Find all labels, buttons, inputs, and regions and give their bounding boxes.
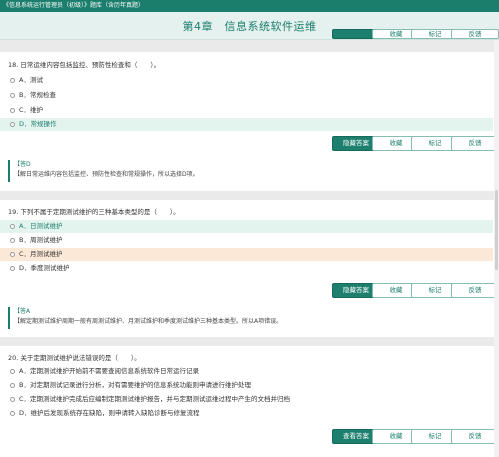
radio-icon (10, 108, 15, 113)
option-label: A．日测试维护 (19, 222, 63, 230)
chapter-header: 第4章 信息系统软件运维 收藏 标记 反馈 (0, 12, 499, 40)
radio-icon (10, 383, 15, 388)
feedback-button[interactable]: 反馈 (451, 136, 499, 151)
option-label: A．定期测试维护开始前不需要查阅信息系统软件日常运行记录 (19, 367, 199, 375)
option-label: D．常规操作 (19, 120, 57, 128)
radio-icon (10, 122, 15, 127)
option-a[interactable]: A．测试 (0, 74, 493, 87)
explanation-text: 【解日常运维内容包括监控、预防性检查和常规操作，所以选择D项。 (14, 171, 199, 178)
option-b[interactable]: B．对定期测试记录进行分析，对有需要维护的信息系统功能则申请进行维护处理 (0, 379, 493, 392)
option-d[interactable]: D．季度测试维护 (0, 262, 493, 275)
explanation-text: 【解定期测试维护周期一般有周测试维护、月测试维护和季度测试维护三种基本类型。所以… (14, 318, 283, 325)
radio-icon (10, 369, 15, 374)
question-card-18: 18. 日常运维内容包括监控、预防性检查和（ ）。 A．测试 B．常规检查 C．… (0, 52, 499, 191)
feedback-button[interactable]: 反馈 (451, 283, 499, 298)
question-title: 18. 日常运维内容包括监控、预防性检查和（ ）。 (8, 61, 161, 69)
question-title: 19. 下列不属于定期测试维护的三种基本类型的是（ ）。 (8, 208, 180, 216)
radio-icon (10, 397, 15, 402)
option-label: B．常规检查 (19, 91, 56, 99)
prev-feedback-button[interactable]: 反馈 (451, 29, 499, 39)
option-c[interactable]: C．定期测试维护完成后应编制定期测试维护报告，并与定期测试运维过程中产生的文档并… (0, 393, 493, 406)
scrollbar-thumb[interactable] (495, 190, 498, 270)
option-label: C．月测试维护 (19, 250, 63, 258)
answer-label: 【答D (14, 161, 31, 168)
option-c[interactable]: C．月测试维护 (0, 248, 493, 261)
option-label: D．维护后发现系统存在缺陷，则申请转入缺陷诊断与修复流程 (19, 409, 200, 417)
question-bank-page: 《信息系统运行管理员（初级）》题库（含历年真题） 第4章 信息系统软件运维 收藏… (0, 0, 499, 457)
answer-explanation: 【答D 【解日常运维内容包括监控、预防性检查和常规操作，所以选择D项。 (8, 160, 492, 182)
option-b[interactable]: B．周测试维护 (0, 234, 493, 247)
option-label: D．季度测试维护 (19, 264, 70, 272)
radio-icon (10, 78, 15, 83)
radio-icon (10, 93, 15, 98)
option-d[interactable]: D．维护后发现系统存在缺陷，则申请转入缺陷诊断与修复流程 (0, 407, 493, 420)
radio-icon (10, 266, 15, 271)
option-label: A．测试 (19, 76, 43, 84)
answer-explanation: 【答A 【解定期测试维护周期一般有周测试维护、月测试维护和季度测试维护三种基本类… (8, 307, 492, 329)
feedback-button[interactable]: 反馈 (451, 429, 499, 444)
option-label: B．周测试维护 (19, 236, 63, 244)
question-card-20: 20. 关于定期测试维护说法错误的是（ ）。 A．定期测试维护开始前不需要查阅信… (0, 346, 499, 457)
question-title: 20. 关于定期测试维护说法错误的是（ ）。 (8, 354, 141, 362)
scrollbar[interactable] (494, 40, 499, 457)
option-b[interactable]: B．常规检查 (0, 89, 493, 102)
option-d[interactable]: D．常规操作 (0, 118, 493, 131)
breadcrumb: 《信息系统运行管理员（初级）》题库（含历年真题） (0, 0, 499, 12)
option-label: B．对定期测试记录进行分析，对有需要维护的信息系统功能则申请进行维护处理 (19, 381, 251, 389)
radio-icon (10, 238, 15, 243)
radio-icon (10, 252, 15, 257)
option-c[interactable]: C．维护 (0, 104, 493, 117)
option-a[interactable]: A．日测试维护 (0, 220, 493, 233)
option-label: C．维护 (19, 106, 44, 114)
option-a[interactable]: A．定期测试维护开始前不需要查阅信息系统软件日常运行记录 (0, 365, 493, 378)
option-label: C．定期测试维护完成后应编制定期测试维护报告，并与定期测试运维过程中产生的文档并… (19, 395, 291, 403)
answer-label: 【答A (14, 308, 31, 315)
question-card-19: 19. 下列不属于定期测试维护的三种基本类型的是（ ）。 A．日测试维护 B．周… (0, 200, 499, 337)
radio-icon (10, 411, 15, 416)
radio-icon (10, 224, 15, 229)
